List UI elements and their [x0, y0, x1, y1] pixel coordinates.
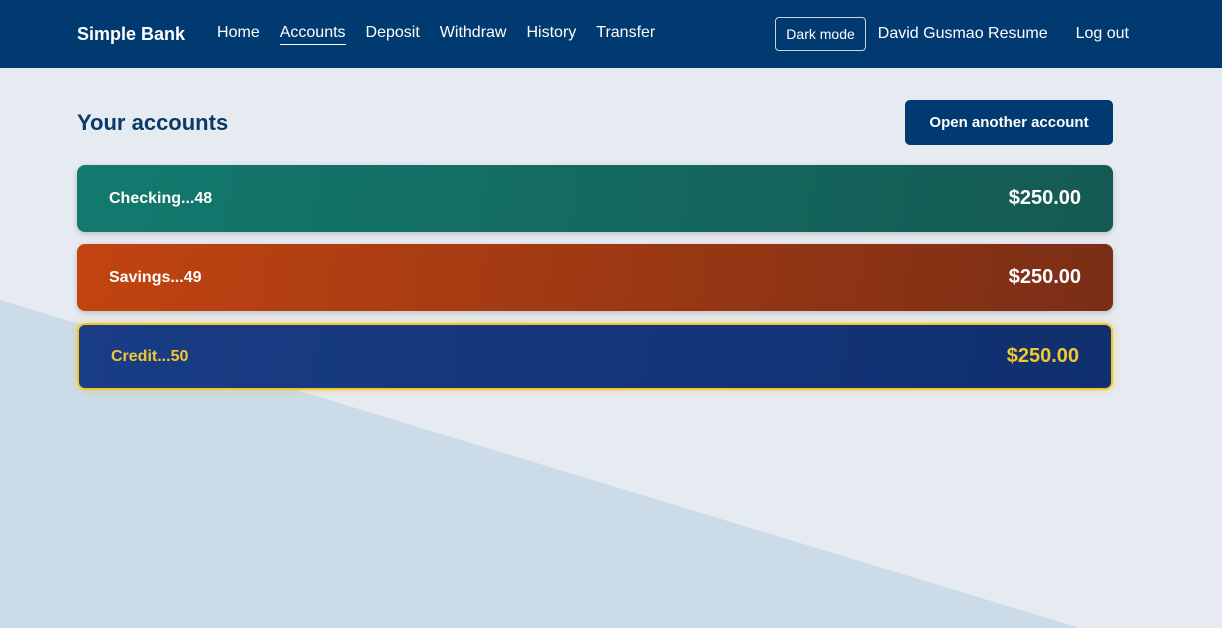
nav-history[interactable]: History — [526, 24, 576, 44]
main-content: Your accounts Open another account Check… — [0, 68, 1222, 390]
logout-link[interactable]: Log out — [1076, 25, 1129, 43]
account-card-checking[interactable]: Checking...48 $250.00 — [77, 165, 1113, 232]
navbar: Simple Bank Home Accounts Deposit Withdr… — [0, 0, 1222, 68]
user-link[interactable]: David Gusmao Resume — [878, 25, 1048, 43]
dark-mode-button[interactable]: Dark mode — [775, 17, 866, 51]
account-name: Credit...50 — [111, 347, 189, 365]
nav-home[interactable]: Home — [217, 24, 260, 44]
nav-withdraw[interactable]: Withdraw — [440, 24, 507, 44]
account-name: Checking...48 — [109, 189, 213, 207]
nav-right: Dark mode David Gusmao Resume Log out — [775, 17, 1145, 51]
nav-transfer[interactable]: Transfer — [596, 24, 655, 44]
account-name: Savings...49 — [109, 268, 202, 286]
nav-links: Home Accounts Deposit Withdraw History T… — [217, 24, 675, 45]
account-balance: $250.00 — [1008, 266, 1081, 288]
account-balance: $250.00 — [1006, 345, 1079, 367]
brand-logo[interactable]: Simple Bank — [77, 24, 185, 45]
nav-deposit[interactable]: Deposit — [366, 24, 420, 44]
page-title: Your accounts — [77, 109, 229, 135]
account-card-credit[interactable]: Credit...50 $250.00 — [77, 323, 1113, 390]
account-card-savings[interactable]: Savings...49 $250.00 — [77, 244, 1113, 311]
nav-accounts[interactable]: Accounts — [279, 24, 346, 45]
open-account-button[interactable]: Open another account — [905, 100, 1113, 145]
account-balance: $250.00 — [1008, 187, 1081, 209]
accounts-header: Your accounts Open another account — [77, 100, 1113, 145]
